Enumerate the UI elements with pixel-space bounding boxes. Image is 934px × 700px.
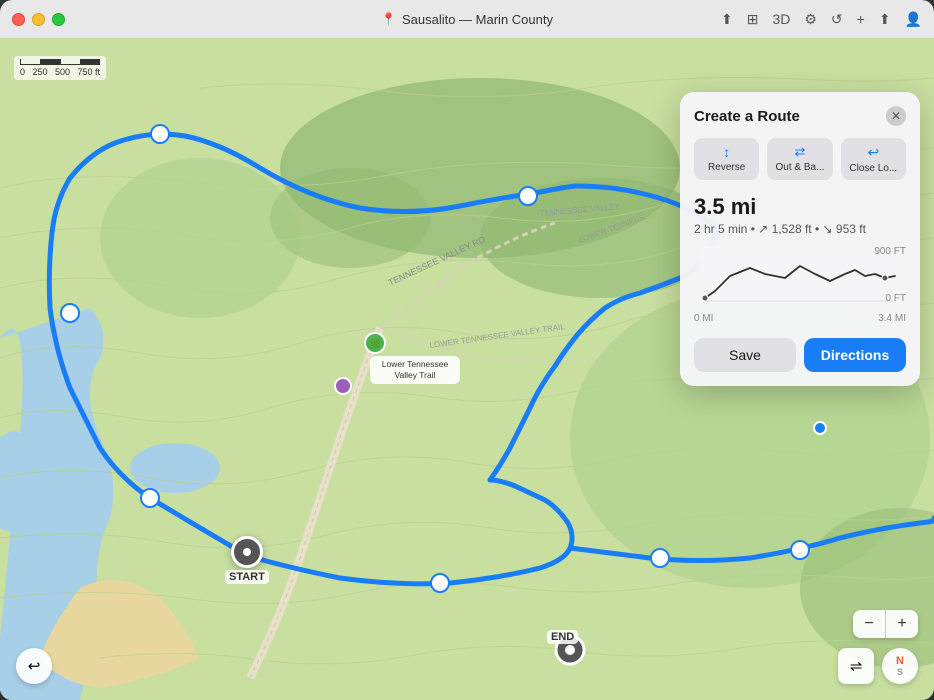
end-label: END — [547, 630, 578, 644]
svg-text:Valley Trail: Valley Trail — [395, 370, 436, 380]
titlebar-controls: ⬆ ⊞ 3D ⚙ ↺ + ⬆ 👤 — [721, 11, 922, 28]
fullscreen-traffic-light[interactable] — [52, 13, 65, 26]
scale-bar: 0 250 500 750 ft — [14, 56, 106, 80]
close-traffic-light[interactable] — [12, 13, 25, 26]
zoom-controls: − + — [853, 610, 918, 646]
end-marker: END — [547, 630, 578, 646]
compass-north: N — [896, 655, 904, 667]
window-title-area: 📍 Sausalito — Marin County — [381, 12, 553, 27]
filter-button[interactable]: ⇌ — [838, 648, 874, 684]
out-back-icon: ⇄ — [795, 144, 806, 160]
panel-close-button[interactable]: ✕ — [886, 106, 906, 126]
close-loop-icon: ↩ — [867, 144, 879, 161]
elevation-chart: 900 FT 0 FT 0 MI 3.4 MI — [694, 246, 906, 326]
reverse-icon: ↕ — [723, 144, 730, 160]
back-button[interactable]: ↩ — [16, 648, 52, 684]
3d-icon[interactable]: 3D — [772, 11, 790, 27]
elevation-y-labels: 900 FT 0 FT — [874, 246, 906, 304]
add-icon[interactable]: + — [857, 11, 865, 27]
panel-buttons: Save Directions — [694, 338, 906, 372]
filter-icon: ⇌ — [850, 657, 863, 675]
route-distance: 3.5 mi — [694, 194, 906, 220]
svg-text:↑: ↑ — [68, 309, 73, 320]
route-stats: 3.5 mi 2 hr 5 min • ↗ 1,528 ft • ↘ 953 f… — [694, 194, 906, 236]
compass-button[interactable]: N S — [882, 648, 918, 684]
map-container[interactable]: TENNESSEE VALLEY RD LOWER TENNESSEE VALL… — [0, 38, 934, 700]
start-marker: START — [225, 536, 269, 584]
svg-text:🌿: 🌿 — [369, 338, 380, 349]
close-icon: ✕ — [891, 109, 901, 123]
route-details: 2 hr 5 min • ↗ 1,528 ft • ↘ 953 ft — [694, 222, 906, 236]
close-loop-button[interactable]: ↩ Close Lo... — [841, 138, 906, 180]
app-window: 📍 Sausalito — Marin County ⬆ ⊞ 3D ⚙ ↺ + … — [0, 0, 934, 700]
zoom-minus-button[interactable]: − — [853, 610, 885, 638]
share-icon[interactable]: ⬆ — [879, 11, 891, 28]
back-icon: ↩ — [28, 657, 41, 675]
svg-text:Lower Tennessee: Lower Tennessee — [382, 359, 449, 369]
svg-text:←: ← — [655, 554, 665, 565]
panel-header: Create a Route ✕ — [694, 106, 906, 126]
svg-text:→: → — [523, 192, 533, 203]
svg-text:→: → — [795, 546, 805, 557]
svg-text:↑: ↑ — [158, 130, 163, 141]
start-circle — [231, 536, 263, 568]
layers-icon[interactable]: ⊞ — [747, 11, 759, 28]
save-button[interactable]: Save — [694, 338, 796, 372]
start-label: START — [225, 570, 269, 584]
reverse-label: Reverse — [708, 162, 745, 173]
scale-labels: 0 250 500 750 ft — [20, 67, 100, 77]
panel-actions: ↕ Reverse ⇄ Out & Ba... ↩ Close Lo... — [694, 138, 906, 180]
close-loop-label: Close Lo... — [849, 163, 897, 174]
refresh-icon[interactable]: ↺ — [831, 11, 843, 28]
panel-title: Create a Route — [694, 108, 800, 125]
directions-button[interactable]: Directions — [804, 338, 906, 372]
out-back-button[interactable]: ⇄ Out & Ba... — [767, 138, 832, 180]
route-panel: Create a Route ✕ ↕ Reverse ⇄ Out & Ba...… — [680, 92, 920, 386]
elevation-x-labels: 0 MI 3.4 MI — [694, 313, 906, 324]
titlebar: 📍 Sausalito — Marin County ⬆ ⊞ 3D ⚙ ↺ + … — [0, 0, 934, 38]
minimize-traffic-light[interactable] — [32, 13, 45, 26]
zoom-plus-button[interactable]: + — [886, 610, 918, 638]
info-icon[interactable]: ⚙ — [804, 11, 817, 28]
svg-text:→: → — [435, 579, 445, 590]
svg-text:↓: ↓ — [148, 494, 153, 505]
compass-south: S — [897, 667, 903, 677]
out-back-label: Out & Ba... — [776, 162, 825, 173]
traffic-lights — [12, 13, 65, 26]
location-icon[interactable]: ⬆ — [721, 11, 733, 28]
reverse-button[interactable]: ↕ Reverse — [694, 138, 759, 180]
account-icon[interactable]: 👤 — [905, 11, 922, 28]
map-pin-icon: 📍 — [381, 12, 396, 26]
window-title: Sausalito — Marin County — [402, 12, 553, 27]
